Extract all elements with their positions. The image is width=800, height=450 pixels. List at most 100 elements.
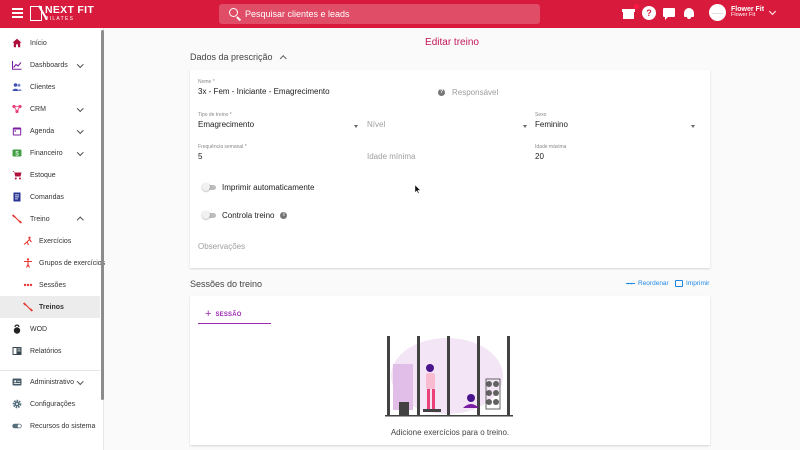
- help-icon[interactable]: ?: [642, 6, 656, 20]
- idade-maxima-field[interactable]: Idade máxima 20: [535, 144, 695, 161]
- toggle-switch[interactable]: [202, 211, 216, 219]
- sidebar-item-grupos[interactable]: Grupos de exercícios: [0, 252, 105, 274]
- sexo-label: Sexo: [535, 112, 547, 118]
- sidebar-item-sessoes[interactable]: Sessões: [0, 274, 100, 296]
- sidebar-item-relatorios[interactable]: Relatórios: [0, 340, 100, 362]
- sidebar-item-treinos[interactable]: Treinos: [0, 296, 100, 318]
- sexo-value: Feminino: [535, 120, 568, 129]
- bell-icon[interactable]: [682, 6, 696, 20]
- sidebar-item-label: Exercícios: [39, 237, 72, 245]
- menu-icon[interactable]: [12, 8, 23, 18]
- sidebar-item-comandas[interactable]: Comandas: [0, 186, 100, 208]
- kettlebell-icon: [13, 324, 21, 334]
- sidebar-item-wod[interactable]: WOD: [0, 318, 100, 340]
- tipo-treino-select[interactable]: Tipo de treino * Emagrecimento: [198, 112, 358, 129]
- sidebar-item-label: Dashboards: [30, 61, 68, 69]
- user-subtitle: Flower Fit: [731, 12, 756, 19]
- sidebar-item-label: Início: [30, 39, 47, 47]
- nivel-select[interactable]: . Nível: [367, 112, 527, 129]
- sidebar-item-label: Sessões: [39, 281, 66, 289]
- sidebar-item-financeiro[interactable]: $ Financeiro: [0, 142, 100, 164]
- dropdown-arrow-icon: [691, 125, 695, 128]
- search-input[interactable]: [245, 9, 525, 19]
- chevron-down-icon: [77, 105, 84, 112]
- toggle-switch[interactable]: [202, 183, 216, 191]
- crm-icon: [12, 104, 22, 114]
- sidebar-item-label: Financeiro: [30, 149, 63, 157]
- sidebar-item-label: Clientes: [30, 83, 56, 91]
- info-icon[interactable]: i: [280, 212, 288, 219]
- sidebar-item-clientes[interactable]: Clientes: [0, 76, 100, 98]
- print-button[interactable]: Imprimir: [675, 280, 709, 287]
- chat-icon[interactable]: [662, 6, 676, 20]
- mouse-cursor-icon: [415, 185, 421, 194]
- chart-icon: [12, 61, 22, 70]
- sidebar-item-label: Treinos: [39, 303, 64, 311]
- sidebar-item-exercicios[interactable]: Exercícios: [0, 230, 100, 252]
- prescription-card: Nome * 3x - Fem - Iniciante - Emagrecime…: [190, 70, 710, 268]
- reorder-button[interactable]: Reordenar: [625, 277, 669, 287]
- chevron-down-icon: [77, 61, 84, 68]
- responsavel-placeholder: Responsável: [452, 88, 499, 97]
- idade-max-value[interactable]: 20: [535, 152, 695, 161]
- sessions-card: + SESSÃO Adicione exercícios para o trei…: [190, 296, 710, 445]
- logo-sub-text: PILATES: [45, 15, 75, 22]
- reorder-label: Reordenar: [638, 280, 669, 287]
- gear-icon: [12, 399, 22, 409]
- calendar-icon: [12, 127, 22, 136]
- printer-icon: [675, 280, 683, 287]
- idade-minima-field[interactable]: . Idade mínima: [367, 144, 527, 161]
- freq-value[interactable]: 5: [198, 152, 358, 161]
- sexo-select[interactable]: Sexo Feminino: [535, 112, 695, 129]
- sidebar-item-label: Agenda: [30, 127, 55, 135]
- nivel-placeholder: Nível: [367, 120, 386, 129]
- sidebar-item-configuracoes[interactable]: Configurações: [0, 393, 100, 415]
- logo[interactable]: NEXT FIT PILATES: [30, 5, 94, 22]
- prescription-section-header[interactable]: Dados da prescrição: [190, 52, 286, 62]
- controla-treino-toggle[interactable]: Controla treino i: [202, 211, 288, 220]
- chevron-down-icon: [769, 7, 777, 15]
- gift-icon[interactable]: [622, 3, 640, 20]
- notification-badge: [633, 3, 640, 10]
- sidebar-item-estoque[interactable]: Estoque: [0, 164, 100, 186]
- chevron-up-icon[interactable]: [279, 54, 286, 62]
- gym-illustration: [385, 336, 513, 417]
- responsavel-field[interactable]: ? Responsável: [438, 88, 528, 97]
- user-menu[interactable]: ——— Flower Fit Flower Fit: [709, 4, 777, 21]
- observacoes-field[interactable]: Observações: [198, 242, 698, 251]
- search-bar[interactable]: [219, 4, 540, 24]
- add-session-tab[interactable]: + SESSÃO: [198, 306, 271, 324]
- help-icon[interactable]: ?: [438, 89, 445, 96]
- sidebar-item-label: Treino: [30, 215, 50, 223]
- sidebar: Início Dashboards Clientes CRM Agenda $ …: [0, 28, 105, 450]
- sidebar-item-recursos[interactable]: Recursos do sistema: [0, 415, 100, 437]
- nome-value[interactable]: 3x - Fem - Iniciante - Emagrecimento: [198, 87, 423, 96]
- nome-field[interactable]: Nome * 3x - Fem - Iniciante - Emagrecime…: [198, 79, 423, 96]
- dropdown-arrow-icon: [523, 125, 527, 128]
- sidebar-item-administrativo[interactable]: Administrativo: [0, 371, 100, 393]
- idade-max-label: Idade máxima: [535, 144, 567, 150]
- sidebar-item-inicio[interactable]: Início: [0, 32, 100, 54]
- sidebar-item-label: Estoque: [30, 171, 56, 179]
- body-icon: [24, 258, 32, 268]
- sidebar-item-label: Grupos de exercícios: [39, 259, 106, 267]
- print-label: Imprimir: [686, 280, 710, 287]
- sidebar-item-crm[interactable]: CRM: [0, 98, 100, 120]
- logo-main-text: NEXT FIT: [45, 4, 95, 16]
- sidebar-item-agenda[interactable]: Agenda: [0, 120, 100, 142]
- imprimir-label: Imprimir automaticamente: [222, 183, 315, 192]
- search-icon: [227, 6, 243, 22]
- tipo-value: Emagrecimento: [198, 120, 255, 129]
- logo-mark-icon: [30, 5, 42, 21]
- sidebar-item-label: Administrativo: [30, 378, 74, 386]
- toggle-icon: [12, 423, 22, 429]
- sidebar-item-dashboards[interactable]: Dashboards: [0, 54, 100, 76]
- sessions-section-title: Sessões do treino: [190, 279, 263, 289]
- chevron-down-icon: [77, 149, 84, 156]
- sidebar-item-treino[interactable]: Treino: [0, 208, 100, 230]
- nome-label: Nome *: [198, 79, 215, 85]
- frequencia-field[interactable]: Frequência semanal * 5: [198, 144, 358, 161]
- imprimir-toggle[interactable]: Imprimir automaticamente: [202, 183, 315, 192]
- tab-session-label: SESSÃO: [215, 311, 242, 318]
- empty-state-text: Adicione exercícios para o treino.: [390, 428, 510, 437]
